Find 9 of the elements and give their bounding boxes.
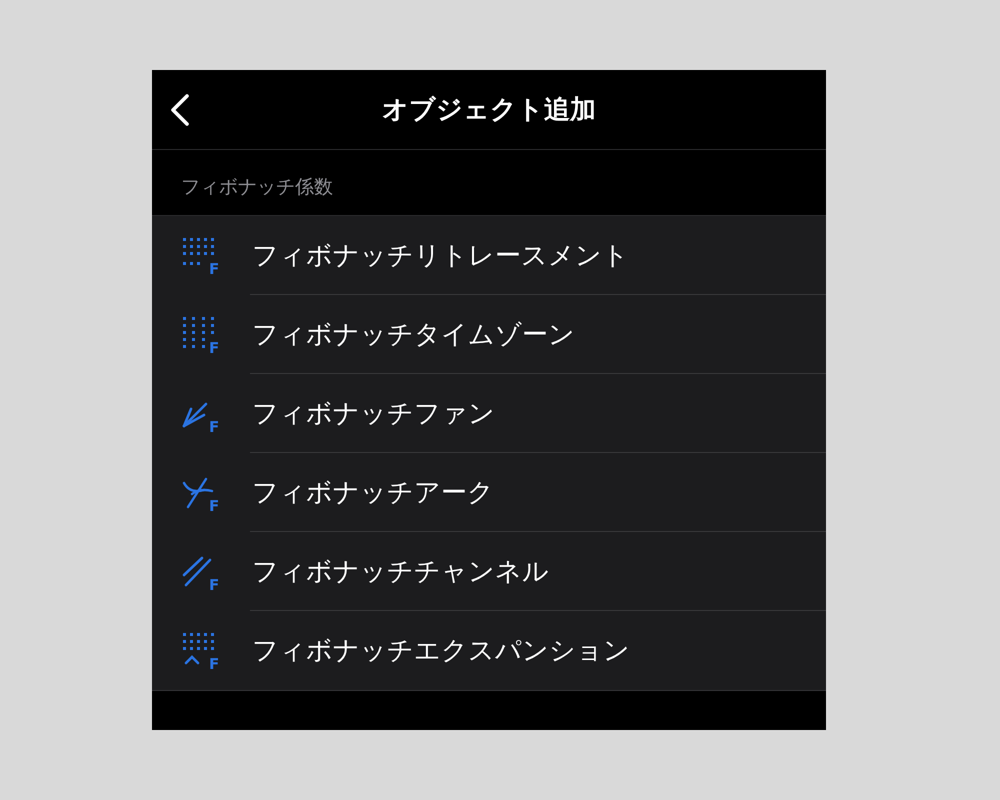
section-heading: フィボナッチ係数 <box>181 176 333 198</box>
menu-item[interactable]: F フィボナッチアーク <box>152 453 826 532</box>
chevron-left-icon <box>169 92 191 126</box>
menu-item[interactable]: F フィボナッチファン <box>152 374 826 453</box>
menu-item[interactable]: F フィボナッチリトレースメント <box>152 216 826 295</box>
menu-item[interactable]: F フィボナッチチャンネル <box>152 532 826 611</box>
menu-item[interactable]: F フィボナッチエクスパンション <box>152 611 826 690</box>
menu-item[interactable]: F フィボナッチタイムゾーン <box>152 295 826 374</box>
screen-title: オブジェクト追加 <box>381 94 597 127</box>
